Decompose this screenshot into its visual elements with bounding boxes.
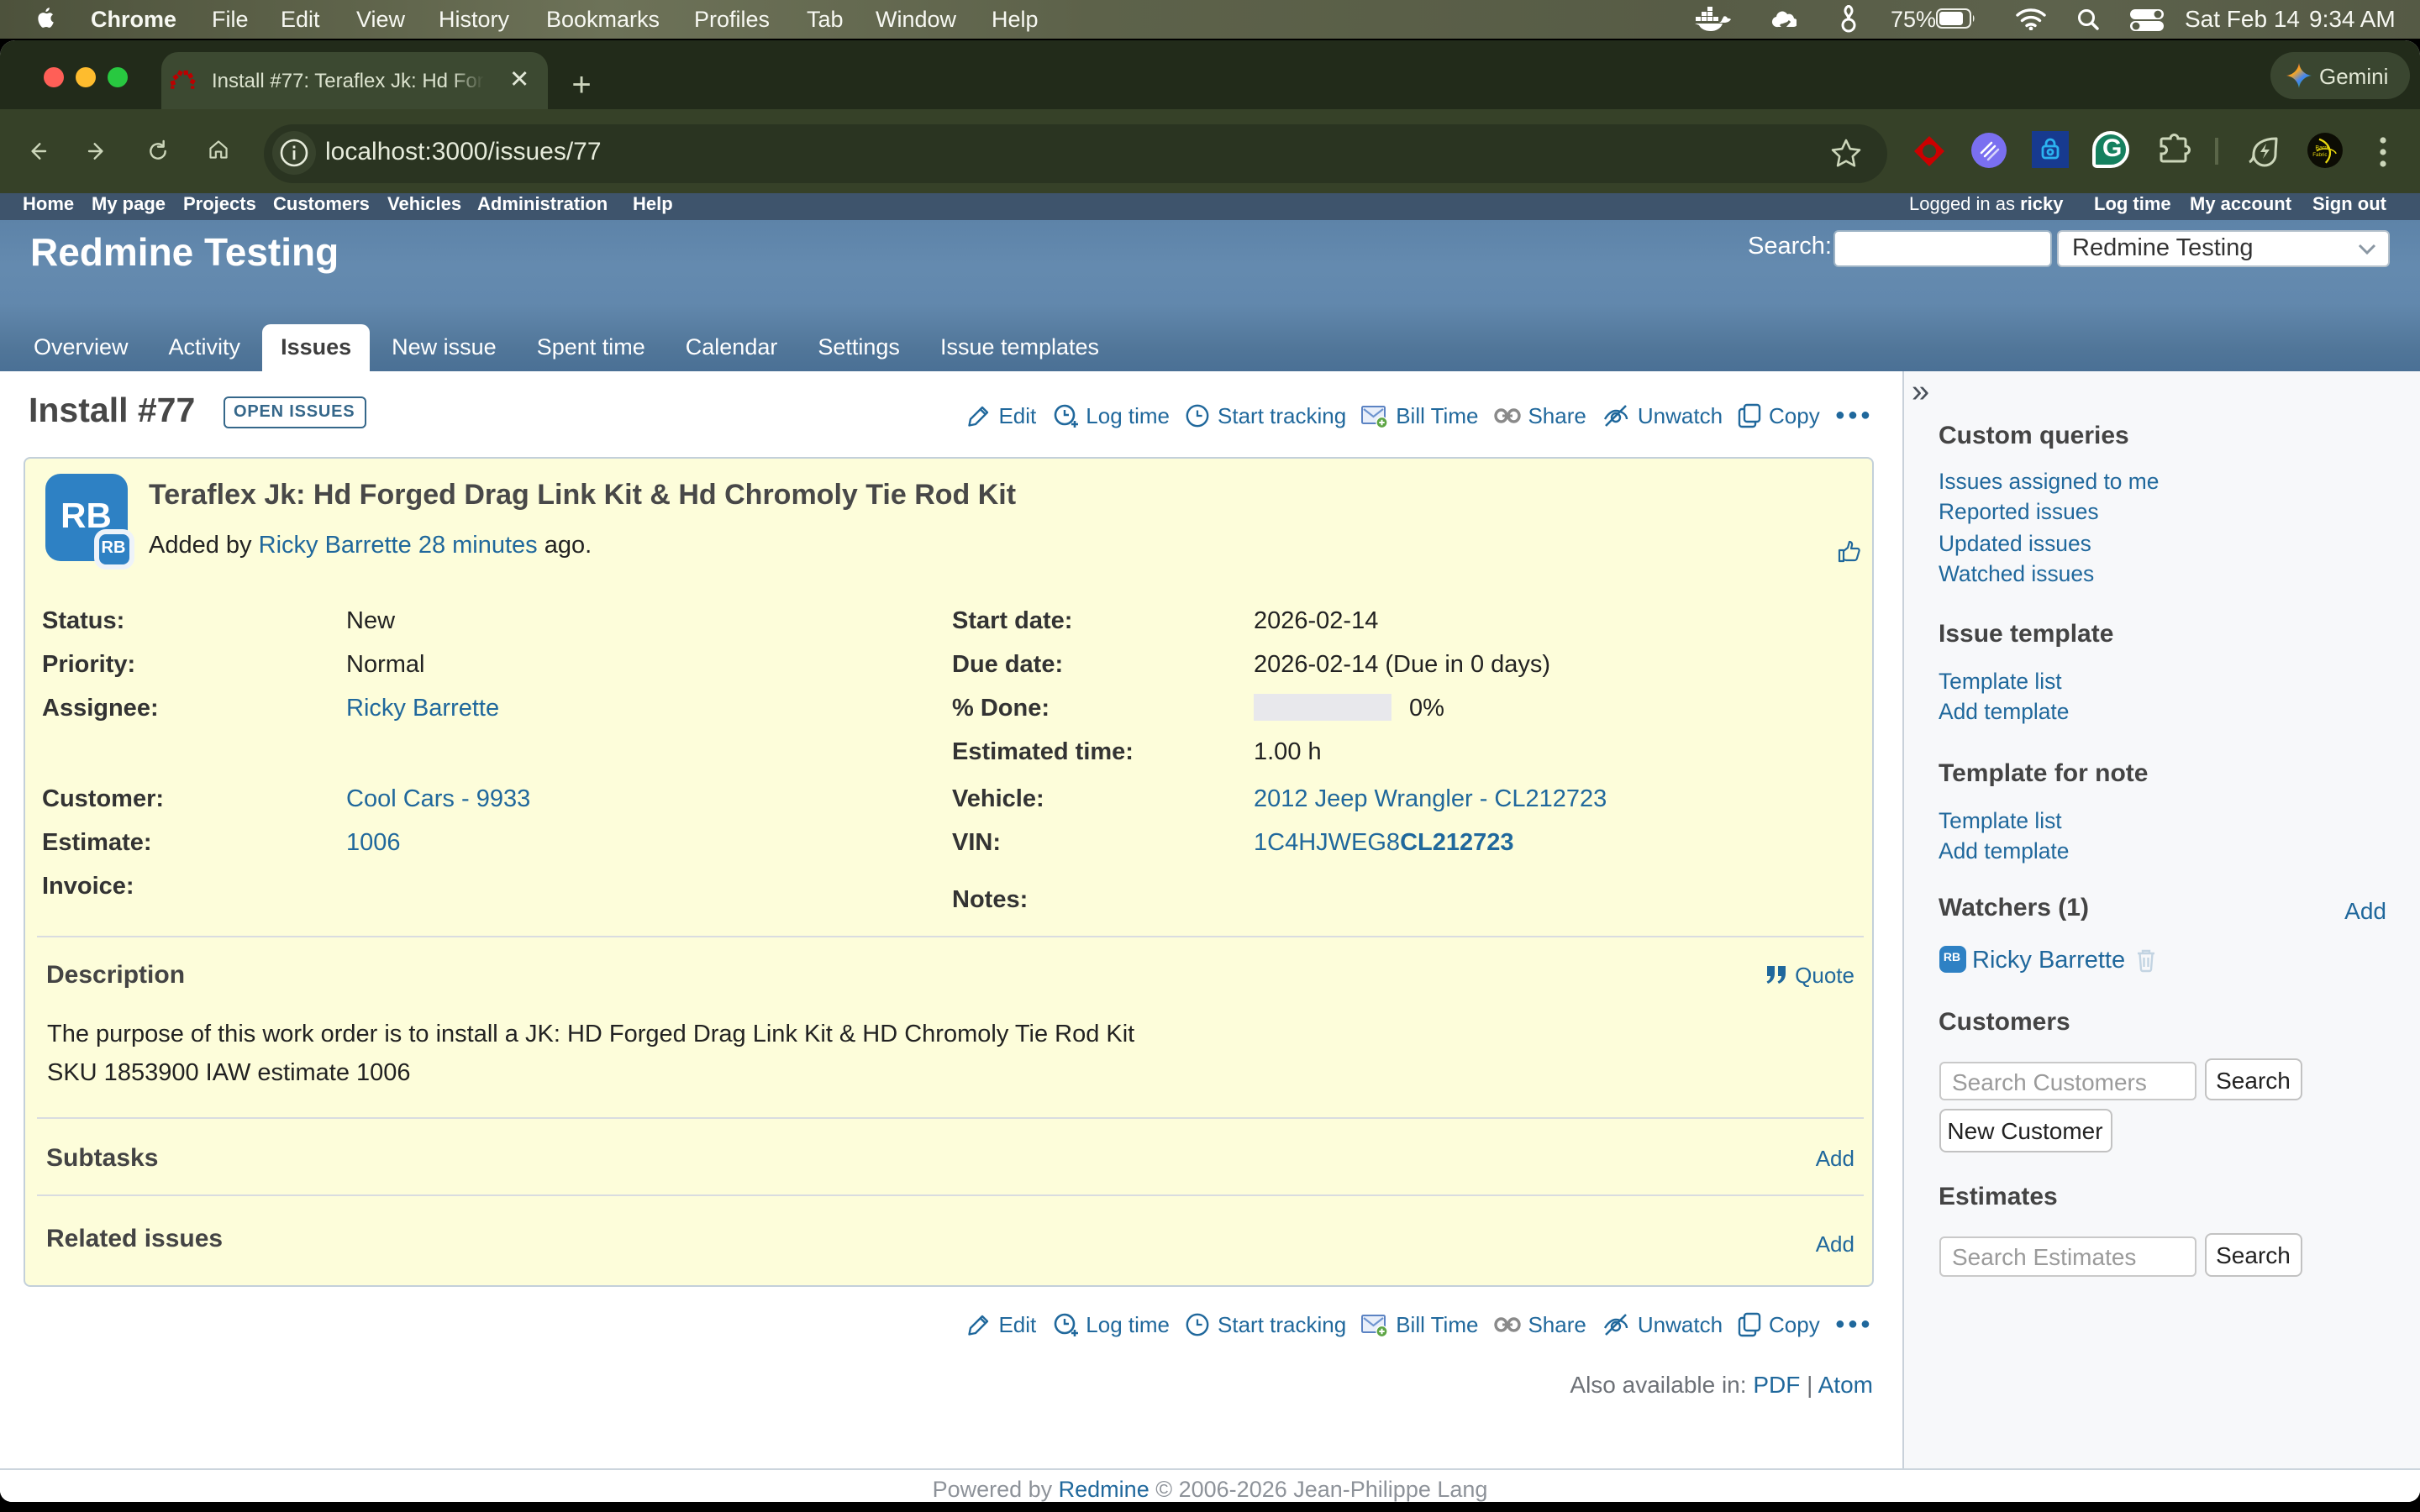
- svg-text:Barre: Barre: [2315, 145, 2329, 151]
- svg-text:Fabric: Fabric: [2312, 152, 2327, 158]
